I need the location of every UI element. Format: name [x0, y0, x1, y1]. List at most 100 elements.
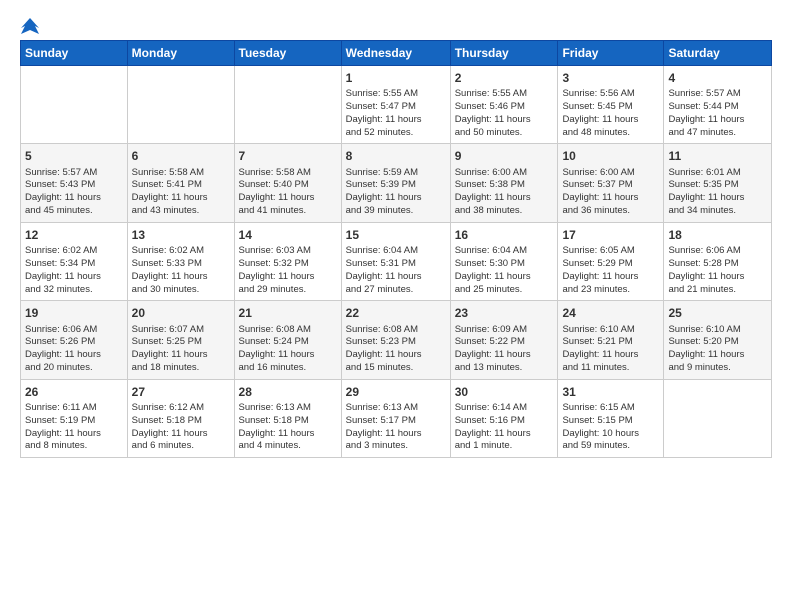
day-info: and 52 minutes.	[346, 127, 446, 140]
day-info: Sunrise: 6:11 AM	[25, 402, 123, 415]
day-info: Sunset: 5:22 PM	[455, 336, 554, 349]
weekday-header-row: SundayMondayTuesdayWednesdayThursdayFrid…	[21, 41, 772, 66]
week-row-4: 19Sunrise: 6:06 AMSunset: 5:26 PMDayligh…	[21, 301, 772, 379]
day-info: and 45 minutes.	[25, 205, 123, 218]
day-number: 15	[346, 227, 446, 243]
day-info: and 27 minutes.	[346, 284, 446, 297]
day-info: Sunset: 5:33 PM	[132, 258, 230, 271]
day-info: Daylight: 11 hours	[239, 349, 337, 362]
calendar-cell	[127, 66, 234, 144]
day-info: and 47 minutes.	[668, 127, 767, 140]
day-info: Daylight: 11 hours	[25, 428, 123, 441]
day-number: 16	[455, 227, 554, 243]
calendar-cell: 10Sunrise: 6:00 AMSunset: 5:37 PMDayligh…	[558, 144, 664, 222]
day-info: Sunrise: 6:06 AM	[25, 324, 123, 337]
day-info: Daylight: 11 hours	[562, 192, 659, 205]
day-info: and 30 minutes.	[132, 284, 230, 297]
weekday-header-friday: Friday	[558, 41, 664, 66]
day-info: and 1 minute.	[455, 440, 554, 453]
day-number: 24	[562, 305, 659, 321]
calendar-cell: 4Sunrise: 5:57 AMSunset: 5:44 PMDaylight…	[664, 66, 772, 144]
calendar-cell: 27Sunrise: 6:12 AMSunset: 5:18 PMDayligh…	[127, 379, 234, 457]
day-info: Sunrise: 6:12 AM	[132, 402, 230, 415]
day-info: Sunset: 5:41 PM	[132, 179, 230, 192]
day-info: and 20 minutes.	[25, 362, 123, 375]
day-info: and 21 minutes.	[668, 284, 767, 297]
day-number: 11	[668, 148, 767, 164]
calendar-cell: 25Sunrise: 6:10 AMSunset: 5:20 PMDayligh…	[664, 301, 772, 379]
day-info: Daylight: 11 hours	[455, 192, 554, 205]
day-info: Daylight: 11 hours	[455, 114, 554, 127]
day-info: Sunrise: 6:06 AM	[668, 245, 767, 258]
day-info: Sunset: 5:17 PM	[346, 415, 446, 428]
day-info: Daylight: 11 hours	[25, 192, 123, 205]
day-info: Sunset: 5:16 PM	[455, 415, 554, 428]
day-info: and 41 minutes.	[239, 205, 337, 218]
day-info: and 16 minutes.	[239, 362, 337, 375]
header	[20, 16, 772, 30]
day-info: and 36 minutes.	[562, 205, 659, 218]
day-info: Sunrise: 5:55 AM	[455, 88, 554, 101]
day-info: Daylight: 11 hours	[132, 271, 230, 284]
day-info: and 50 minutes.	[455, 127, 554, 140]
logo-bird-icon	[21, 16, 39, 34]
day-info: Daylight: 11 hours	[562, 271, 659, 284]
day-info: and 11 minutes.	[562, 362, 659, 375]
calendar-cell: 20Sunrise: 6:07 AMSunset: 5:25 PMDayligh…	[127, 301, 234, 379]
calendar-cell: 21Sunrise: 6:08 AMSunset: 5:24 PMDayligh…	[234, 301, 341, 379]
day-info: Sunset: 5:38 PM	[455, 179, 554, 192]
calendar-cell: 12Sunrise: 6:02 AMSunset: 5:34 PMDayligh…	[21, 222, 128, 300]
calendar-cell: 13Sunrise: 6:02 AMSunset: 5:33 PMDayligh…	[127, 222, 234, 300]
day-info: Daylight: 11 hours	[25, 271, 123, 284]
day-info: and 29 minutes.	[239, 284, 337, 297]
day-info: Sunset: 5:37 PM	[562, 179, 659, 192]
day-info: Sunset: 5:47 PM	[346, 101, 446, 114]
day-info: Sunset: 5:32 PM	[239, 258, 337, 271]
calendar-cell: 18Sunrise: 6:06 AMSunset: 5:28 PMDayligh…	[664, 222, 772, 300]
day-number: 27	[132, 384, 230, 400]
day-info: Sunset: 5:31 PM	[346, 258, 446, 271]
day-info: Sunrise: 6:05 AM	[562, 245, 659, 258]
day-number: 8	[346, 148, 446, 164]
day-info: Sunset: 5:26 PM	[25, 336, 123, 349]
day-info: Daylight: 11 hours	[239, 192, 337, 205]
day-info: and 25 minutes.	[455, 284, 554, 297]
day-info: Sunrise: 5:56 AM	[562, 88, 659, 101]
day-info: and 32 minutes.	[25, 284, 123, 297]
day-info: and 23 minutes.	[562, 284, 659, 297]
calendar-cell: 5Sunrise: 5:57 AMSunset: 5:43 PMDaylight…	[21, 144, 128, 222]
day-info: Daylight: 11 hours	[239, 271, 337, 284]
week-row-1: 1Sunrise: 5:55 AMSunset: 5:47 PMDaylight…	[21, 66, 772, 144]
day-info: Sunrise: 6:08 AM	[239, 324, 337, 337]
weekday-header-saturday: Saturday	[664, 41, 772, 66]
page: SundayMondayTuesdayWednesdayThursdayFrid…	[0, 0, 792, 612]
calendar-cell: 6Sunrise: 5:58 AMSunset: 5:41 PMDaylight…	[127, 144, 234, 222]
week-row-3: 12Sunrise: 6:02 AMSunset: 5:34 PMDayligh…	[21, 222, 772, 300]
day-info: Sunrise: 5:57 AM	[25, 167, 123, 180]
day-info: Daylight: 11 hours	[25, 349, 123, 362]
day-info: Sunset: 5:39 PM	[346, 179, 446, 192]
day-info: Sunrise: 6:15 AM	[562, 402, 659, 415]
day-number: 28	[239, 384, 337, 400]
day-number: 19	[25, 305, 123, 321]
day-info: Daylight: 11 hours	[668, 271, 767, 284]
day-number: 6	[132, 148, 230, 164]
day-info: Sunrise: 6:10 AM	[668, 324, 767, 337]
day-number: 12	[25, 227, 123, 243]
calendar-cell: 17Sunrise: 6:05 AMSunset: 5:29 PMDayligh…	[558, 222, 664, 300]
day-number: 31	[562, 384, 659, 400]
day-info: Daylight: 11 hours	[668, 114, 767, 127]
day-info: Sunrise: 6:14 AM	[455, 402, 554, 415]
day-info: Daylight: 11 hours	[455, 428, 554, 441]
day-info: Sunrise: 5:55 AM	[346, 88, 446, 101]
day-info: Daylight: 11 hours	[455, 349, 554, 362]
day-info: Sunset: 5:30 PM	[455, 258, 554, 271]
day-info: Daylight: 11 hours	[132, 428, 230, 441]
day-number: 17	[562, 227, 659, 243]
day-number: 29	[346, 384, 446, 400]
weekday-header-tuesday: Tuesday	[234, 41, 341, 66]
calendar-cell: 28Sunrise: 6:13 AMSunset: 5:18 PMDayligh…	[234, 379, 341, 457]
day-number: 9	[455, 148, 554, 164]
day-number: 20	[132, 305, 230, 321]
calendar-cell	[664, 379, 772, 457]
